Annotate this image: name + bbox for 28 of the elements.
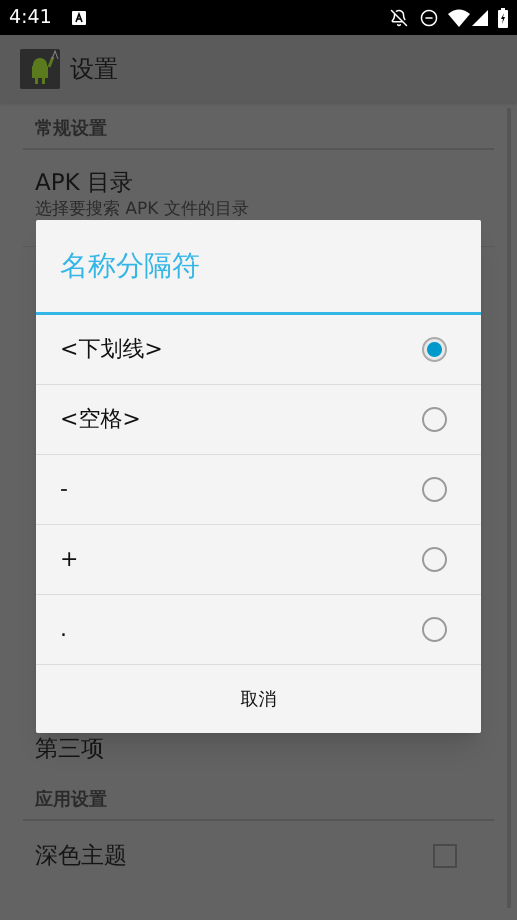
setting-summary: 选择要搜索 APK 文件的目录 [35,198,250,220]
radio-button[interactable] [422,617,447,642]
notification-icon [72,10,86,24]
radio-option[interactable]: + [36,525,481,595]
checkbox[interactable] [433,844,457,868]
app-title: 设置 [70,54,118,85]
battery-icon [498,8,508,28]
dialog-title: 名称分隔符 [60,248,200,284]
status-time: 4:41 [9,5,52,30]
setting-title: 第三项 [35,734,104,764]
cancel-button[interactable]: 取消 [36,665,481,733]
radio-option[interactable]: - [36,455,481,525]
radio-option[interactable]: . [36,595,481,665]
section-header: 应用设置 [35,789,107,810]
radio-option[interactable]: <下划线> [36,315,481,385]
app-icon [20,49,60,89]
setting-title: APK 目录 [35,169,134,198]
do-not-disturb-icon [420,8,438,26]
wifi-icon [448,8,470,26]
section-header: 常规设置 [35,118,107,139]
radio-button[interactable] [422,337,447,362]
bell-off-icon [390,8,408,26]
radio-button[interactable] [422,407,447,432]
radio-button[interactable] [422,547,447,572]
radio-button[interactable] [422,477,447,502]
setting-title: 深色主题 [35,842,127,871]
signal-icon [472,10,488,26]
radio-option[interactable]: <空格> [36,385,481,455]
